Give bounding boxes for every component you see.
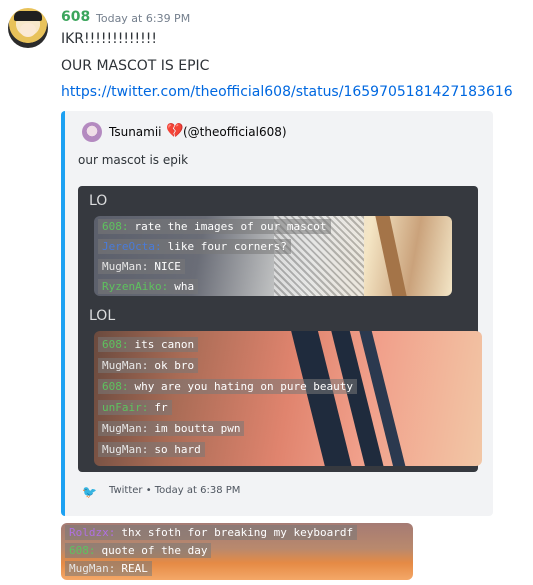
embed-footer: Twitter • Today at 6:38 PM <box>109 485 241 496</box>
chat-line: 608: rate the images of our mascot <box>98 219 331 234</box>
chat-name: 608: <box>102 380 129 393</box>
message-line-1: IKR!!!!!!!!!!!!! <box>61 31 157 47</box>
chat-text: fr <box>154 401 168 414</box>
chat-text: thx sfoth for breaking my keyboardf <box>121 526 354 539</box>
chat-text: REAL <box>121 562 148 575</box>
chat-name: Roldzx: <box>69 526 116 539</box>
user-avatar[interactable] <box>8 8 48 48</box>
chat-line: 608: quote of the day <box>65 543 212 558</box>
chat-line: MugMan: NICE <box>98 259 185 274</box>
media-header-lo: LO <box>89 193 108 209</box>
twitter-embed: Tsunamii 💔 (@theofficial608) our mascot … <box>61 111 493 516</box>
chat-line: JereOcta: like four corners? <box>98 239 291 254</box>
message-line-2: OUR MASCOT IS EPIC <box>61 58 210 74</box>
chat-name: 608: <box>102 220 129 233</box>
message-timestamp: Today at 6:39 PM <box>96 12 191 25</box>
chat-text: why are you hating on pure beauty <box>134 380 354 393</box>
attached-image[interactable]: Roldzx: thx sfoth for breaking my keyboar… <box>61 523 413 580</box>
avatar-face <box>20 23 36 37</box>
chat-name: MugMan: <box>102 443 149 456</box>
chat-text: quote of the day <box>101 544 208 557</box>
chat-line: MugMan: im boutta pwn <box>98 421 245 436</box>
embed-image-1[interactable]: 608: rate the images of our mascot JereOc… <box>94 216 452 296</box>
embed-author-name[interactable]: Tsunamii <box>109 125 162 139</box>
chat-text: wha <box>174 280 195 293</box>
chat-line: unFair: fr <box>98 400 172 415</box>
chat-text: rate the images of our mascot <box>134 220 327 233</box>
chat-text: like four corners? <box>167 240 287 253</box>
chat-line: MugMan: so hard <box>98 442 205 457</box>
embed-image-2[interactable]: 608: its canon MugMan: ok bro 608: why are … <box>94 331 482 466</box>
embed-media: LO 608: rate the images of our mascot Jer… <box>78 186 482 472</box>
chat-name: 608: <box>102 338 129 351</box>
chat-name: MugMan: <box>102 260 149 273</box>
chat-name: 608: <box>69 544 96 557</box>
username[interactable]: 608 <box>61 9 90 25</box>
chat-line: RyzenAiko: wha <box>98 279 199 294</box>
chat-line: MugMan: ok bro <box>98 358 199 373</box>
twitter-bird-icon: 🐦 <box>82 485 97 499</box>
tweet-link[interactable]: https://twitter.com/theofficial608/statu… <box>61 84 513 100</box>
embed-author-handle[interactable]: (@theofficial608) <box>183 125 287 139</box>
chat-line: 608: its canon <box>98 337 199 352</box>
chat-line: 608: why are you hating on pure beauty <box>98 379 358 394</box>
chat-text: ok bro <box>154 359 195 372</box>
broken-heart-icon: 💔 <box>166 123 184 139</box>
embed-author-avatar <box>82 122 102 142</box>
chat-name: MugMan: <box>102 422 149 435</box>
chat-name: MugMan: <box>69 562 116 575</box>
chat-name: unFair: <box>102 401 149 414</box>
chat-line: MugMan: REAL <box>65 561 152 576</box>
chat-text: so hard <box>154 443 201 456</box>
chat-name: MugMan: <box>102 359 149 372</box>
message: 608 Today at 6:39 PM IKR!!!!!!!!!!!!! OU… <box>0 0 533 585</box>
embed-description: our mascot is epik <box>78 153 189 167</box>
chat-name: RyzenAiko: <box>102 280 169 293</box>
media-header-lol: LOL <box>89 308 116 324</box>
chat-text: its canon <box>134 338 195 351</box>
image-1-stripe <box>373 216 409 296</box>
avatar-hat <box>14 11 42 21</box>
chat-name: JereOcta: <box>102 240 162 253</box>
chat-line: Roldzx: thx sfoth for breaking my keyboar… <box>65 525 358 540</box>
chat-text: NICE <box>154 260 181 273</box>
chat-text: im boutta pwn <box>154 422 241 435</box>
